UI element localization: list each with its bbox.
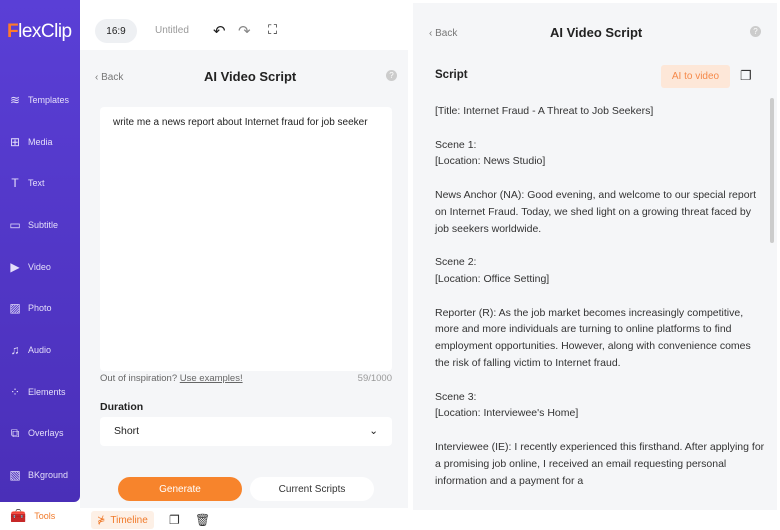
overlays-icon: ⧉ <box>10 425 20 440</box>
media-icon: ⊞ <box>9 135 21 149</box>
script-paragraph: Reporter (R): As the job market becomes … <box>435 306 751 369</box>
sidebar: FlexClip ≋ Templates ⊞ Media T Text ▭ Subtitle ▶… <box>0 0 80 502</box>
duration-select[interactable]: Short ⌄ <box>100 417 392 446</box>
sidebar-item-subtitle[interactable]: ▭ Subtitle <box>8 218 58 232</box>
prompt-textarea[interactable]: write me a news report about Internet fr… <box>100 107 392 371</box>
panel-title: AI Video Script <box>550 25 643 40</box>
back-button[interactable]: ‹ Back <box>429 28 457 39</box>
script-text: [Title: Internet Fraud - A Threat to Job… <box>435 103 765 506</box>
inspiration-text: Out of inspiration? Use examples! <box>100 373 243 384</box>
script-label: Script <box>435 69 468 81</box>
trash-icon[interactable]: 🗑 <box>195 513 210 527</box>
photo-icon: ▨ <box>9 301 21 315</box>
help-icon[interactable]: ? <box>386 70 397 81</box>
text-icon: T <box>11 176 19 190</box>
bottom-bar: ⋡ Timeline ❐ 🗑 <box>80 508 410 530</box>
sidebar-item-tools[interactable]: 🧰 Tools <box>5 502 80 530</box>
sidebar-item-overlays[interactable]: ⧉ Overlays <box>8 426 64 440</box>
back-button[interactable]: ‹ Back <box>95 72 123 83</box>
top-bar: 16:9 Untitled ↶ ↷ ⛶ <box>80 0 408 50</box>
project-name[interactable]: Untitled <box>155 25 189 36</box>
timeline-icon: ⋡ <box>97 514 106 526</box>
script-paragraph: Scene 3: [Location: Interviewee's Home] <box>435 390 579 420</box>
redo-icon[interactable]: ↷ <box>238 22 251 40</box>
sidebar-item-photo[interactable]: ▨ Photo <box>8 301 51 315</box>
ai-script-result-panel: ‹ Back AI Video Script ? Script AI to vi… <box>413 3 777 510</box>
char-count: 59/1000 <box>357 373 392 384</box>
generate-button[interactable]: Generate <box>118 477 242 501</box>
help-icon[interactable]: ? <box>750 26 761 37</box>
chevron-down-icon: ⌄ <box>369 425 378 437</box>
video-icon: ▶ <box>10 260 20 274</box>
script-paragraph: Interviewee (IE): I recently experienced… <box>435 440 765 487</box>
aspect-ratio-button[interactable]: 16:9 <box>95 19 137 43</box>
duplicate-icon[interactable]: ❐ <box>169 513 180 527</box>
current-scripts-button[interactable]: Current Scripts <box>250 477 374 501</box>
sidebar-item-audio[interactable]: ♫ Audio <box>8 343 52 357</box>
script-paragraph: News Anchor (NA): Good evening, and welc… <box>435 188 756 235</box>
ai-to-video-button[interactable]: AI to video <box>661 65 730 88</box>
sidebar-item-text[interactable]: T Text <box>8 176 44 190</box>
script-paragraph: Scene 2: [Location: Office Setting] <box>435 256 550 285</box>
scrollbar[interactable] <box>770 98 774 243</box>
sidebar-item-bkground[interactable]: ▧ BKground <box>8 468 68 482</box>
script-paragraph: [Title: Internet Fraud - A Threat to Job… <box>435 105 654 117</box>
timeline-button[interactable]: ⋡ Timeline <box>91 511 154 529</box>
duration-label: Duration <box>100 401 144 413</box>
undo-icon[interactable]: ↶ <box>213 22 226 40</box>
elements-icon: ⁘ <box>9 385 21 399</box>
toolbox-icon: 🧰 <box>10 508 27 523</box>
fullscreen-icon[interactable]: ⛶ <box>268 22 277 38</box>
layers-icon: ≋ <box>9 93 21 107</box>
script-paragraph: Scene 1: [Location: News Studio] <box>435 138 546 168</box>
sidebar-item-templates[interactable]: ≋ Templates <box>8 93 69 107</box>
subtitle-icon: ▭ <box>9 218 21 232</box>
copy-icon[interactable]: ❐ <box>740 68 752 84</box>
panel-title: AI Video Script <box>204 69 297 84</box>
use-examples-link[interactable]: Use examples! <box>180 373 243 384</box>
ai-script-input-panel: ‹ Back AI Video Script ? write me a news… <box>80 50 408 508</box>
flexclip-logo[interactable]: FlexClip <box>7 21 72 43</box>
sidebar-item-video[interactable]: ▶ Video <box>8 260 50 274</box>
audio-icon: ♫ <box>10 343 20 357</box>
sidebar-item-media[interactable]: ⊞ Media <box>8 135 53 149</box>
background-icon: ▧ <box>9 468 21 482</box>
sidebar-item-elements[interactable]: ⁘ Elements <box>8 385 66 399</box>
